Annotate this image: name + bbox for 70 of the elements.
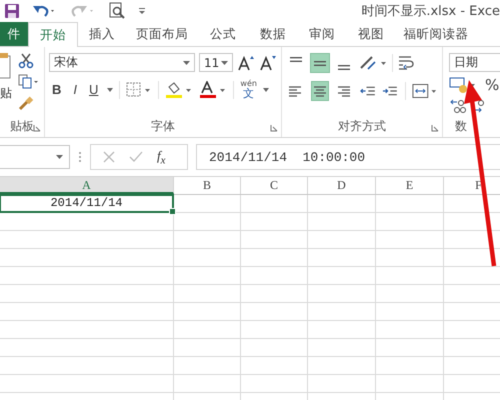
align-icon [314, 60, 326, 66]
font-size-value: 11 [204, 56, 220, 70]
column-header[interactable]: A [0, 177, 174, 194]
ribbon-tab[interactable]: 视图 [346, 22, 396, 46]
phonetic-label[interactable]: wén [240, 80, 257, 88]
column-header[interactable]: D [308, 177, 376, 194]
column-header[interactable]: C [241, 177, 308, 194]
decrease-font-icon[interactable] [259, 54, 277, 72]
increase-font-icon[interactable] [237, 54, 255, 72]
group-label: 对齐方式 [338, 119, 386, 133]
font-name-value: 宋体 [54, 54, 78, 71]
scissors-icon[interactable] [18, 53, 34, 69]
save-icon[interactable] [4, 3, 20, 19]
column-header[interactable]: B [174, 177, 241, 194]
decrease-indent-icon[interactable] [360, 84, 376, 98]
insert-function-button[interactable]: f$_{x}$ [157, 148, 166, 166]
phonetic-button[interactable]: 文 [243, 88, 254, 99]
group-label: 字体 [151, 119, 175, 133]
caret-icon[interactable] [107, 88, 114, 92]
file-tab[interactable]: 件 [0, 22, 28, 46]
percent-button[interactable]: % [485, 76, 500, 94]
caret-icon[interactable] [262, 88, 269, 92]
font-size-field[interactable]: 11 [199, 53, 233, 72]
caret-icon[interactable] [221, 60, 228, 64]
paste-button[interactable]: 贴 [0, 85, 12, 102]
dialog-launcher-icon[interactable] [270, 124, 278, 132]
print-preview-icon[interactable] [108, 2, 126, 20]
customize-caret-icon[interactable] [138, 7, 146, 15]
align-icon [338, 64, 350, 70]
cell-grid[interactable]: 2014/11/14 [0, 195, 500, 400]
increase-decimal-icon[interactable] [449, 98, 469, 114]
bold-button[interactable]: B [49, 82, 64, 97]
copy-icon[interactable] [18, 74, 40, 90]
caret-icon[interactable] [56, 155, 63, 159]
ribbon-tab[interactable]: 开始 [28, 22, 78, 47]
ribbon-tab[interactable]: 页面布局 [126, 22, 198, 46]
caret-icon[interactable] [183, 60, 190, 64]
underline-button[interactable]: U [86, 82, 102, 97]
merge-cells-icon[interactable] [412, 82, 438, 100]
column-header[interactable]: E [376, 177, 444, 194]
window-title: 时间不显示.xlsx - Exce [361, 3, 500, 20]
formula-input[interactable]: 2014/11/14 10:00:00 [196, 144, 500, 170]
fill-color-icon[interactable] [165, 80, 194, 98]
align-icon [290, 56, 302, 62]
number-format-field[interactable]: 日期 [449, 53, 500, 72]
border-icon[interactable] [126, 82, 152, 98]
ribbon-tab[interactable]: 数据 [248, 22, 298, 46]
clipboard-icon[interactable] [0, 53, 12, 79]
align-icon [336, 84, 352, 98]
horizontal-align-button[interactable] [310, 81, 330, 101]
group-label: 数 [455, 119, 467, 133]
ribbon-tab[interactable]: 福昕阅读器 [396, 22, 476, 46]
font-color-icon[interactable] [199, 80, 228, 98]
align-icon [312, 84, 328, 98]
active-cell[interactable]: 2014/11/14 [0, 194, 174, 213]
dialog-launcher-icon[interactable] [33, 124, 41, 132]
vertical-align-button[interactable] [310, 53, 330, 73]
italic-button[interactable]: I [70, 82, 80, 97]
orientation-icon[interactable] [358, 54, 388, 72]
align-icon [287, 84, 304, 98]
font-name-field[interactable]: 宋体 [49, 53, 195, 72]
ribbon-tab[interactable]: 审阅 [298, 22, 346, 46]
ribbon-tab[interactable]: 公式 [198, 22, 248, 46]
ribbon-tab[interactable]: 插入 [78, 22, 126, 46]
grip-icon [78, 150, 82, 164]
group-label: 贴板 [10, 119, 34, 133]
dialog-launcher-icon[interactable] [431, 124, 439, 132]
format-painter-icon[interactable] [18, 95, 34, 111]
wrap-text-icon[interactable] [397, 54, 415, 72]
increase-indent-icon[interactable] [382, 84, 400, 98]
